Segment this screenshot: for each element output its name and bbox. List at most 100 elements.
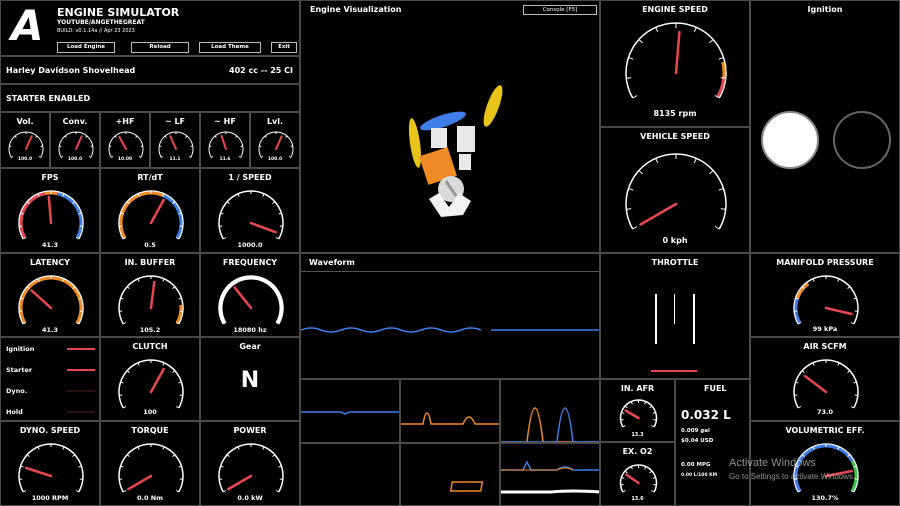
vehicle-speed-gauge-dial: [625, 153, 727, 230]
gear-indicator: N: [240, 368, 260, 393]
status-label-hold: Hold: [6, 408, 23, 416]
throttle-bar-left: [655, 294, 657, 344]
app-build: BUILD: v0.1.14a // Apr 23 2023: [57, 28, 135, 34]
reload-button[interactable]: Reload: [131, 42, 189, 53]
torque-gauge-panel: TORQUE 0.0 Nm: [100, 421, 200, 506]
latency-gauge-value: 41.3: [41, 326, 59, 334]
latency-gauge-panel: LATENCY 41.3: [0, 253, 100, 337]
small-gauge-lf-panel: ~ LF 11.1: [150, 112, 200, 168]
plot-box-2: [400, 379, 500, 443]
speed-inv-gauge-needle: [249, 221, 277, 234]
small-gauge-vol-needle: [25, 135, 33, 150]
dyno-speed-gauge-value: 1000 RPM: [31, 494, 69, 502]
load-theme-button[interactable]: Load Theme: [199, 42, 261, 53]
fuel-l100: 0.00 L/100 KM: [681, 473, 718, 478]
header-panel: A ENGINE SIMULATOR YOUTUBE/ANGETHEGREAT …: [0, 0, 300, 56]
small-gauge-lvl-needle: [275, 135, 283, 150]
inbuffer-gauge-needle: [149, 280, 156, 310]
ignition-lamp-on: [761, 111, 819, 169]
throttle-panel: THROTTLE: [600, 253, 750, 379]
frequency-gauge-value: 18080 hz: [233, 326, 267, 334]
load-engine-button[interactable]: Load Engine: [57, 42, 115, 53]
small-gauge-hf-value: 11.6: [219, 157, 231, 162]
ignition-title: Ignition: [807, 5, 843, 14]
vehicle-speed-gauge-needle: [639, 202, 678, 226]
in-afr-gauge-panel: IN. AFR 13.3: [600, 379, 675, 442]
visualization-title: Engine Visualization: [310, 5, 402, 14]
small-gauge-lvl-panel: Lvl. 100.0: [250, 112, 300, 168]
engine-render: [408, 85, 503, 217]
plot-box-4: [300, 443, 400, 506]
waveform-title: Waveform: [309, 258, 355, 267]
small-gauge-lf-value: 11.1: [169, 157, 181, 162]
in-afr-gauge-value: 13.3: [631, 432, 644, 438]
fps-gauge-panel: FPS 41.3: [0, 168, 100, 253]
small-gauge-vol-panel: Vol. 100.0: [0, 112, 50, 168]
engine-name: Harley Davidson Shovelhead: [6, 66, 136, 75]
latency-gauge-needle: [30, 289, 53, 310]
fuel-title: FUEL: [704, 384, 727, 393]
exit-button[interactable]: Exit: [271, 42, 297, 53]
power-gauge-needle: [227, 474, 253, 491]
fps-gauge-value: 41.3: [41, 241, 59, 249]
waveform-panel: Waveform: [300, 253, 600, 379]
fuel-cost: $0.04 USD: [681, 438, 714, 444]
air-scfm-gauge-value: 73.0: [816, 408, 834, 416]
air-scfm-gauge-panel: AIR SCFM 73.0: [750, 337, 900, 421]
fuel-liters: 0.032 L: [681, 408, 731, 422]
engine-displacement: 402 cc -- 25 CI: [229, 66, 293, 75]
small-gauge-hf-needle: [220, 134, 227, 150]
plot-box-3: [500, 379, 600, 443]
frequency-gauge-dial: [218, 275, 284, 325]
gear-panel: Gear N: [200, 337, 300, 421]
engine-info-panel: Harley Davidson Shovelhead 402 cc -- 25 …: [0, 56, 300, 84]
app-title: ENGINE SIMULATOR: [57, 6, 180, 19]
clutch-gauge-needle: [149, 367, 165, 394]
plot-box-5: [400, 443, 500, 506]
ignition-panel: Ignition: [750, 0, 900, 253]
plot-box-6: [500, 443, 600, 506]
status-label-ignition: Ignition: [6, 345, 35, 353]
fuel-gallons: 0.009 gal: [681, 428, 710, 434]
clutch-gauge-panel: CLUTCH 100: [100, 337, 200, 421]
rtdt-gauge-value: 0.5: [144, 241, 156, 249]
inbuffer-gauge-dial: [118, 275, 184, 325]
plot-box-1: [300, 379, 400, 443]
vehicle-speed-gauge-panel: VEHICLE SPEED 0 kph: [600, 127, 750, 253]
small-gauge-hf-panel: ~ HF 11.6: [200, 112, 250, 168]
console-button[interactable]: Console [F5]: [523, 5, 597, 15]
small-gauge-vol-value: 100.0: [17, 157, 33, 162]
torque-gauge-needle: [127, 474, 153, 491]
starter-status: STARTER ENABLED: [6, 94, 91, 103]
engine-speed-gauge-panel: ENGINE SPEED 8135 rpm: [600, 0, 750, 127]
torque-gauge-value: 0.0 Nm: [137, 494, 163, 502]
fuel-panel: FUEL 0.032 L 0.009 gal $0.04 USD 0.00 MP…: [675, 379, 750, 506]
ex-o2-gauge-needle: [625, 473, 640, 485]
dyno-speed-gauge-panel: DYNO. SPEED 1000 RPM: [0, 421, 100, 506]
status-indicator-ignition: [67, 348, 95, 350]
small-gauge-hf-value: 10.00: [117, 157, 133, 162]
status-indicator-starter: [67, 369, 95, 371]
throttle-title: THROTTLE: [651, 258, 699, 267]
engine-visualization-panel: Engine Visualization Console [F5]: [300, 0, 600, 253]
inbuffer-gauge-panel: IN. BUFFER 105.2: [100, 253, 200, 337]
rtdt-gauge-needle: [149, 198, 165, 225]
small-gauge-hf-needle: [118, 135, 127, 150]
fps-gauge-needle: [47, 195, 53, 225]
ignition-lamp-off: [833, 111, 891, 169]
ex-o2-gauge-value: 13.6: [631, 496, 644, 502]
speed-inv-gauge-panel: 1 / SPEED 1000.0: [200, 168, 300, 253]
vol-eff-gauge-value: 130.7%: [811, 494, 839, 502]
activation-watermark-text: Go to Settings to activate Windows.: [729, 472, 856, 481]
clutch-gauge-value: 100: [143, 408, 157, 416]
frequency-gauge-panel: FREQUENCY 18080 hz: [200, 253, 300, 337]
app-logo: A: [11, 1, 44, 50]
engine-speed-gauge-needle: [674, 30, 681, 75]
status-indicator-dyno: [67, 390, 95, 392]
throttle-bar-right: [693, 294, 695, 344]
in-afr-gauge-needle: [624, 409, 640, 420]
ex-o2-gauge-panel: EX. O2 13.6: [600, 442, 675, 506]
starter-status-panel: STARTER ENABLED: [0, 84, 300, 112]
waveform-plot: [301, 327, 599, 333]
speed-inv-gauge-value: 1000.0: [237, 241, 263, 249]
